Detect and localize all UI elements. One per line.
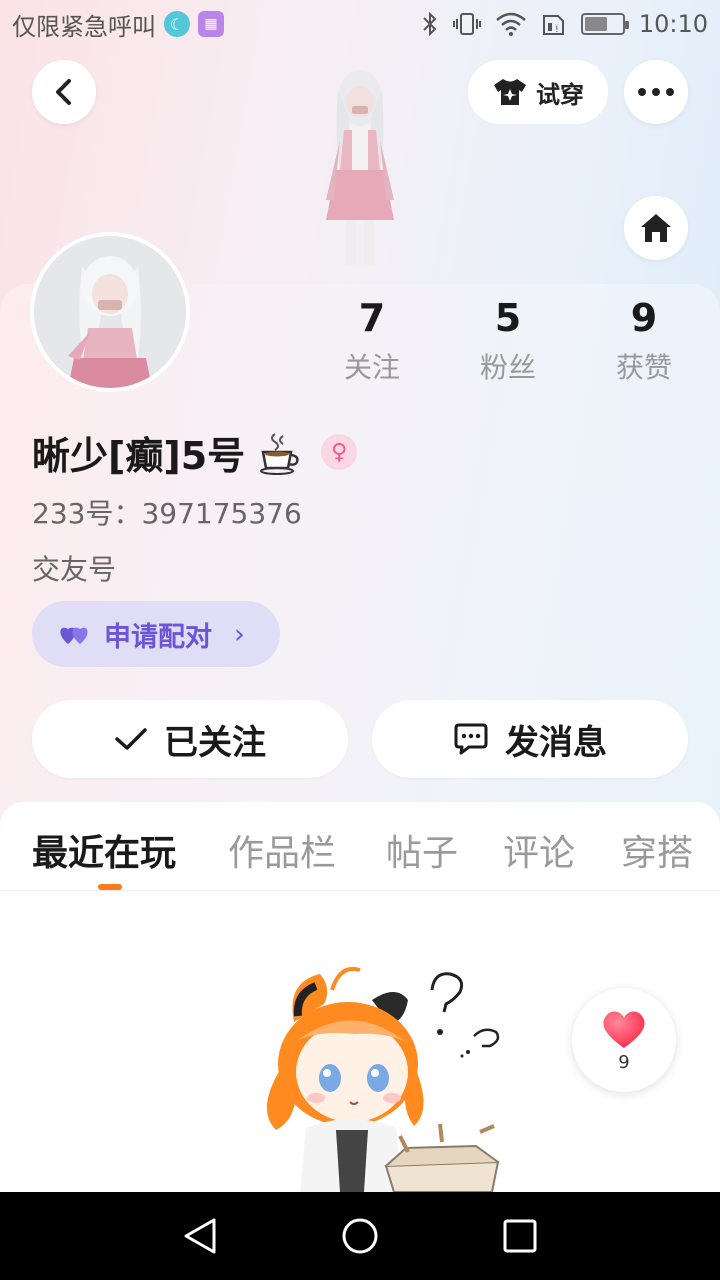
tab-comments[interactable]: 评论 (503, 824, 575, 876)
more-icon (638, 88, 674, 96)
tshirt-icon (494, 79, 526, 105)
nav-recents-button[interactable] (480, 1206, 560, 1266)
stat-label: 关注 (343, 351, 400, 384)
clock: 10:10 (638, 10, 708, 38)
tab-recently-played[interactable]: 最近在玩 (32, 824, 176, 876)
chat-bubble-icon (454, 723, 488, 755)
stat-label: 获赞 (615, 351, 672, 384)
stat-likes[interactable]: 9 获赞 (576, 296, 712, 386)
system-nav-bar (0, 1192, 720, 1280)
home-icon (641, 214, 671, 242)
try-on-button[interactable]: 试穿 (468, 60, 608, 124)
tab-works[interactable]: 作品栏 (228, 824, 336, 876)
double-heart-icon (60, 627, 88, 644)
avatar-figure (326, 70, 394, 265)
bluetooth-icon (423, 11, 437, 37)
friend-number-label: 交友号 (32, 553, 117, 586)
coffee-cup-icon (260, 433, 299, 475)
gender-female-icon: ♀ (321, 434, 358, 470)
square-recents-icon (503, 1219, 537, 1253)
more-button[interactable] (624, 60, 688, 124)
chevron-right-icon: › (234, 618, 245, 650)
vibrate-icon (452, 13, 481, 35)
nav-home-button[interactable] (320, 1206, 400, 1266)
svg-text:!: ! (555, 25, 559, 35)
stat-value: 7 (358, 296, 386, 340)
try-on-label: 试穿 (536, 80, 584, 109)
check-icon (115, 728, 147, 750)
following-button[interactable]: 已关注 (32, 700, 348, 778)
back-icon (56, 79, 71, 105)
tab-bar: 最近在玩 作品栏 帖子 评论 穿搭 (0, 824, 720, 880)
following-label: 已关注 (164, 722, 266, 763)
carrier-text: 仅限紧急呼叫 (12, 12, 156, 41)
tab-divider (0, 890, 720, 891)
avatar[interactable] (30, 232, 190, 392)
stat-value: 5 (494, 296, 522, 340)
stat-following[interactable]: 7 关注 (304, 296, 440, 386)
stats-row: 7 关注 5 粉丝 9 获赞 (304, 296, 712, 386)
avatar-image (34, 236, 186, 388)
user-id: 233号：397175376 (32, 497, 302, 530)
request-pair-button[interactable]: 申请配对 › (32, 601, 280, 667)
home-button[interactable] (624, 196, 688, 260)
stat-fans[interactable]: 5 粉丝 (440, 296, 576, 386)
triangle-back-icon (184, 1218, 216, 1254)
picture-icon: ▦ (198, 11, 224, 37)
stat-label: 粉丝 (479, 351, 536, 384)
username-row: 晰少[癫]5号 ♀ (32, 424, 358, 480)
back-button[interactable] (32, 60, 96, 124)
heart-icon (603, 1011, 645, 1048)
like-count: 9 (618, 1051, 630, 1073)
wifi-icon (496, 12, 526, 36)
circle-home-icon (342, 1218, 378, 1254)
status-bar: 仅限紧急呼叫 ☾ ▦ ! 10:10 (0, 0, 720, 48)
send-message-button[interactable]: 发消息 (372, 700, 688, 778)
like-button[interactable]: 9 (572, 988, 676, 1092)
username: 晰少[癫]5号 (32, 433, 246, 478)
tab-posts[interactable]: 帖子 (386, 824, 458, 876)
battery-icon (580, 13, 629, 35)
empty-state-mascot (266, 967, 500, 1192)
moon-icon: ☾ (164, 11, 190, 37)
request-pair-label: 申请配对 (104, 621, 212, 653)
sim-icon: ! (542, 15, 564, 35)
stat-value: 9 (630, 296, 658, 340)
nav-back-button[interactable] (160, 1206, 240, 1266)
send-message-label: 发消息 (505, 722, 607, 763)
tab-outfits[interactable]: 穿搭 (621, 824, 693, 876)
